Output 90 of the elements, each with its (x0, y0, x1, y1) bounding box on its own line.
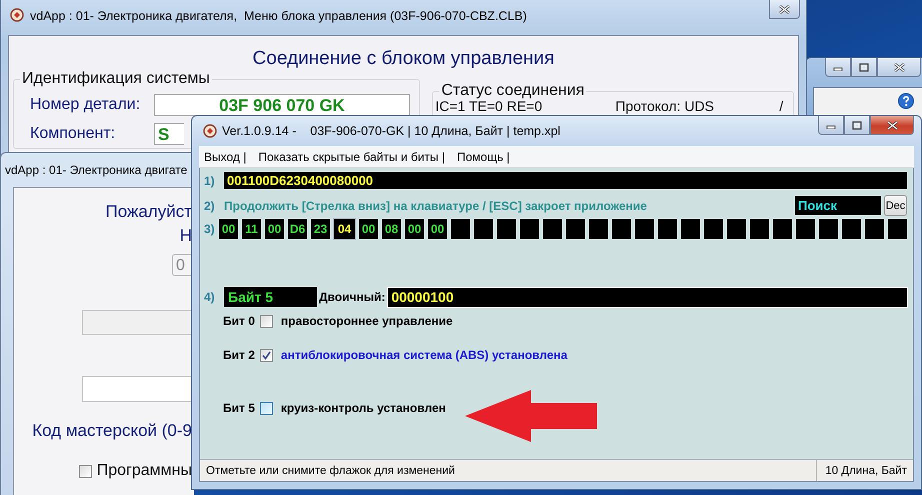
input-field[interactable] (82, 376, 192, 402)
close-button[interactable] (870, 116, 914, 135)
byte-cell[interactable] (566, 219, 585, 239)
bit-label: Бит 0 (223, 314, 255, 328)
maximize-icon (859, 62, 869, 72)
bit-label: Бит 5 (223, 401, 255, 415)
minimize-button[interactable] (818, 116, 844, 135)
status-info: 10 Длина, Байт (816, 460, 913, 481)
close-button[interactable] (769, 0, 800, 19)
status-indicator: / (779, 98, 784, 114)
close-icon (779, 4, 790, 14)
close-icon (886, 120, 898, 130)
text-field[interactable]: 03F 906 070 GK (154, 94, 410, 116)
checkbox[interactable] (260, 402, 273, 414)
app-icon (10, 8, 24, 22)
bit-description: круиз-контроль установлен (280, 401, 446, 415)
byte-cell[interactable] (796, 219, 815, 239)
byte-cell[interactable]: 00 (405, 219, 424, 239)
byte-cell[interactable] (589, 219, 608, 239)
binary-label: Двоичный: (319, 290, 386, 304)
byte-cell[interactable]: 00 (428, 219, 447, 239)
checkbox-label: Программны (96, 462, 192, 480)
byte-cell[interactable] (497, 219, 516, 239)
byte-cell[interactable]: 04 (334, 219, 355, 239)
byte-cell[interactable] (451, 219, 470, 239)
window-title: Ver.1.0.9.14 - 03F-906-070-GK | 10 Длина, Байт | temp.xpl (222, 124, 562, 138)
menu-item[interactable]: Помощь | (452, 150, 517, 164)
bit-description: антиблокировочная система (ABS) установлена (280, 348, 568, 362)
byte-cell[interactable] (543, 219, 562, 239)
hex-field[interactable]: 001100D6230400080000 (224, 172, 907, 189)
input-field[interactable] (82, 310, 192, 335)
byte-cell[interactable]: 11 (242, 219, 261, 239)
byte-cell[interactable] (612, 219, 631, 239)
checkbox[interactable] (260, 314, 273, 328)
byte-cell[interactable] (865, 219, 884, 239)
dec-button[interactable]: Dec (884, 195, 907, 216)
byte-cell[interactable] (635, 219, 654, 239)
menu-item[interactable]: Показать скрытые байты и биты | (253, 150, 452, 164)
byte-label: Байт 5 (224, 287, 317, 307)
prompt-text: Пожалуйст (105, 201, 192, 223)
text-field[interactable]: S (154, 122, 184, 144)
help-icon (898, 93, 914, 109)
byte-cell[interactable] (842, 219, 861, 239)
minimize-button[interactable] (825, 58, 851, 77)
group-title: Идентификация системы (21, 70, 211, 88)
protocol-label: Протокол: UDS (615, 98, 716, 114)
row-number: 4) (204, 290, 216, 304)
group-title: Статус соединения (440, 82, 586, 100)
maximize-button[interactable] (851, 58, 877, 77)
byte-cell[interactable]: 00 (265, 219, 284, 239)
byte-cell[interactable] (819, 219, 838, 239)
binary-field[interactable]: 00000100 (388, 288, 907, 306)
maximize-button[interactable] (844, 116, 870, 135)
close-icon (894, 62, 904, 72)
app-icon (203, 124, 217, 138)
prompt-text: Н (180, 225, 192, 247)
byte-cell[interactable] (888, 219, 907, 239)
byte-cell[interactable] (750, 219, 769, 239)
window-title: vdApp : 01- Электроника двигателя, Меню блока управления (03F-906-070-CBZ.CLB) (30, 9, 528, 23)
checkbox[interactable] (260, 348, 273, 362)
row-number: 3) (204, 222, 216, 236)
window-title: vdApp : 01- Электроника двигате (5, 163, 188, 177)
field-label: Код мастерской (0-9 (32, 421, 192, 441)
byte-cell[interactable] (520, 219, 539, 239)
hint-text: Продолжить [Стрелка вниз] на клавиатуре / [ESC] закроет приложение (224, 198, 648, 212)
byte-cell[interactable]: 08 (382, 219, 401, 239)
bit-label: Бит 2 (223, 348, 255, 362)
section-heading: Соединение с блоком управления (252, 48, 556, 70)
byte-cell[interactable] (773, 219, 792, 239)
byte-cell[interactable] (681, 219, 700, 239)
byte-cell[interactable] (658, 219, 677, 239)
row-number: 2) (204, 198, 216, 212)
field-label: Номер детали: (29, 96, 142, 114)
byte-cell[interactable]: 23 (311, 219, 330, 239)
field-label: Компонент: (29, 124, 116, 142)
close-button[interactable] (877, 58, 921, 77)
byte-cell[interactable]: 00 (359, 219, 378, 239)
byte-cell[interactable]: D6 (288, 219, 307, 239)
byte-cell[interactable] (474, 219, 493, 239)
row-number: 1) (204, 174, 216, 188)
status-counters: IC=1 TE=0 RE=0 (435, 98, 542, 114)
status-message: Отметьте или снимите флажок для изменений (205, 464, 456, 476)
byte-cell[interactable] (727, 219, 746, 239)
menu-item[interactable]: Выход | (199, 150, 254, 164)
checkbox[interactable] (78, 464, 92, 478)
maximize-icon (852, 120, 862, 130)
search-field[interactable]: Поиск (795, 196, 881, 215)
byte-cell[interactable] (704, 219, 723, 239)
byte-cell[interactable]: 00 (219, 219, 238, 239)
bit-description: правостороннее управление (280, 314, 453, 328)
